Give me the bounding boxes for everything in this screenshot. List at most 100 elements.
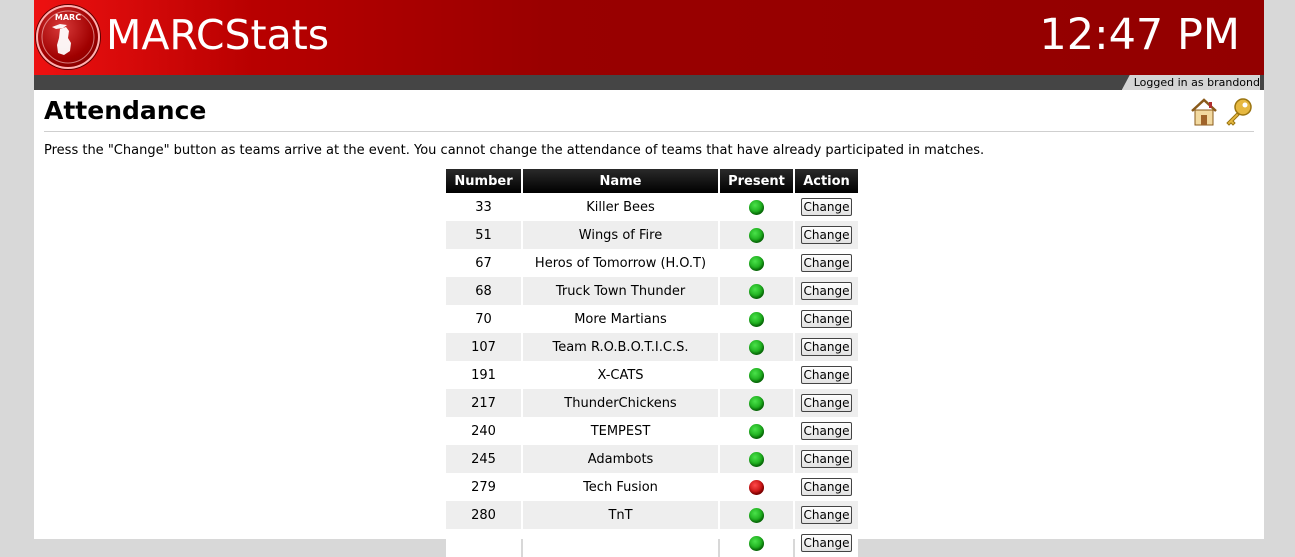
column-header-name: Name xyxy=(523,169,718,193)
change-button[interactable]: Change xyxy=(800,394,853,412)
team-number: 33 xyxy=(446,193,521,221)
team-name: Tech Fusion xyxy=(523,473,718,501)
column-header-present: Present xyxy=(720,169,793,193)
table-row: 240 TEMPEST Change xyxy=(446,417,858,445)
michigan-map-icon: MARC xyxy=(41,10,95,64)
key-icon[interactable] xyxy=(1222,96,1254,128)
present-status-icon xyxy=(749,339,764,355)
app-name: MARCStats xyxy=(106,11,330,59)
table-row: 191 X-CATS Change xyxy=(446,361,858,389)
action-cell: Change xyxy=(795,529,858,557)
team-number: 67 xyxy=(446,249,521,277)
table-row: 217 ThunderChickens Change xyxy=(446,389,858,417)
change-button[interactable]: Change xyxy=(800,534,853,552)
page-title: Attendance xyxy=(44,96,207,125)
change-button[interactable]: Change xyxy=(800,450,853,468)
team-number: 279 xyxy=(446,473,521,501)
team-number: 245 xyxy=(446,445,521,473)
table-row: 67 Heros of Tomorrow (H.O.T) Change xyxy=(446,249,858,277)
team-number: 68 xyxy=(446,277,521,305)
action-cell: Change xyxy=(795,473,858,501)
action-cell: Change xyxy=(795,389,858,417)
change-button[interactable]: Change xyxy=(800,478,853,496)
team-name: Wings of Fire xyxy=(523,221,718,249)
action-cell: Change xyxy=(795,445,858,473)
present-status-icon xyxy=(749,227,764,243)
attendance-rows: 33 Killer Bees Change 51 Wings of Fire Change… xyxy=(446,193,858,557)
change-button[interactable]: Change xyxy=(800,198,853,216)
present-cell xyxy=(720,529,793,557)
change-button[interactable]: Change xyxy=(800,366,853,384)
table-row: 51 Wings of Fire Change xyxy=(446,221,858,249)
login-status: Logged in as brandond xyxy=(1121,75,1260,90)
action-cell: Change xyxy=(795,501,858,529)
table-header-row: Number Name Present Action xyxy=(446,169,858,193)
logo-text: MARC xyxy=(55,13,81,22)
present-status-icon xyxy=(749,507,764,523)
team-name xyxy=(523,529,718,557)
team-name: TnT xyxy=(523,501,718,529)
title-rule xyxy=(44,131,1254,132)
present-status-icon xyxy=(749,367,764,383)
team-name: Heros of Tomorrow (H.O.T) xyxy=(523,249,718,277)
action-cell: Change xyxy=(795,193,858,221)
table-row: 245 Adambots Change xyxy=(446,445,858,473)
table-row: Change xyxy=(446,529,858,557)
instructions-text: Press the "Change" button as teams arriv… xyxy=(44,143,985,158)
change-button[interactable]: Change xyxy=(800,254,853,272)
column-header-number: Number xyxy=(446,169,521,193)
change-button[interactable]: Change xyxy=(800,282,853,300)
table-row: 33 Killer Bees Change xyxy=(446,193,858,221)
team-name: X-CATS xyxy=(523,361,718,389)
team-name: Adambots xyxy=(523,445,718,473)
action-cell: Change xyxy=(795,277,858,305)
present-cell xyxy=(720,249,793,277)
present-cell xyxy=(720,473,793,501)
table-row: 280 TnT Change xyxy=(446,501,858,529)
team-number: 217 xyxy=(446,389,521,417)
present-cell xyxy=(720,389,793,417)
action-cell: Change xyxy=(795,305,858,333)
change-button[interactable]: Change xyxy=(800,506,853,524)
present-cell xyxy=(720,221,793,249)
team-number: 280 xyxy=(446,501,521,529)
change-button[interactable]: Change xyxy=(800,338,853,356)
column-header-action: Action xyxy=(795,169,858,193)
team-number xyxy=(446,529,521,557)
team-number: 51 xyxy=(446,221,521,249)
home-icon[interactable] xyxy=(1188,96,1220,128)
present-cell xyxy=(720,417,793,445)
change-button[interactable]: Change xyxy=(800,226,853,244)
present-cell xyxy=(720,361,793,389)
team-name: Killer Bees xyxy=(523,193,718,221)
absent-status-icon xyxy=(749,479,764,495)
present-status-icon xyxy=(749,451,764,467)
clock: 12:47 PM xyxy=(1039,10,1240,60)
marc-logo: MARC xyxy=(36,5,100,69)
action-cell: Change xyxy=(795,417,858,445)
team-name: Truck Town Thunder xyxy=(523,277,718,305)
present-status-icon xyxy=(749,423,764,439)
login-status-text: Logged in as brandond xyxy=(1133,76,1260,89)
table-row: 68 Truck Town Thunder Change xyxy=(446,277,858,305)
change-button[interactable]: Change xyxy=(800,422,853,440)
change-button[interactable]: Change xyxy=(800,310,853,328)
team-name: Team R.O.B.O.T.I.C.S. xyxy=(523,333,718,361)
present-status-icon xyxy=(749,283,764,299)
present-status-icon xyxy=(749,255,764,271)
present-status-icon xyxy=(749,535,764,551)
action-cell: Change xyxy=(795,333,858,361)
nav-icons xyxy=(1188,96,1256,128)
team-number: 191 xyxy=(446,361,521,389)
present-cell xyxy=(720,333,793,361)
attendance-table: Number Name Present Action 33 Killer Bees… xyxy=(444,169,860,557)
team-name: More Martians xyxy=(523,305,718,333)
action-cell: Change xyxy=(795,361,858,389)
action-cell: Change xyxy=(795,221,858,249)
team-name: TEMPEST xyxy=(523,417,718,445)
present-cell xyxy=(720,445,793,473)
present-cell xyxy=(720,193,793,221)
header-bar xyxy=(34,75,1264,90)
table-row: 70 More Martians Change xyxy=(446,305,858,333)
header-banner: MARC MARCStats 12:47 PM xyxy=(34,0,1264,75)
